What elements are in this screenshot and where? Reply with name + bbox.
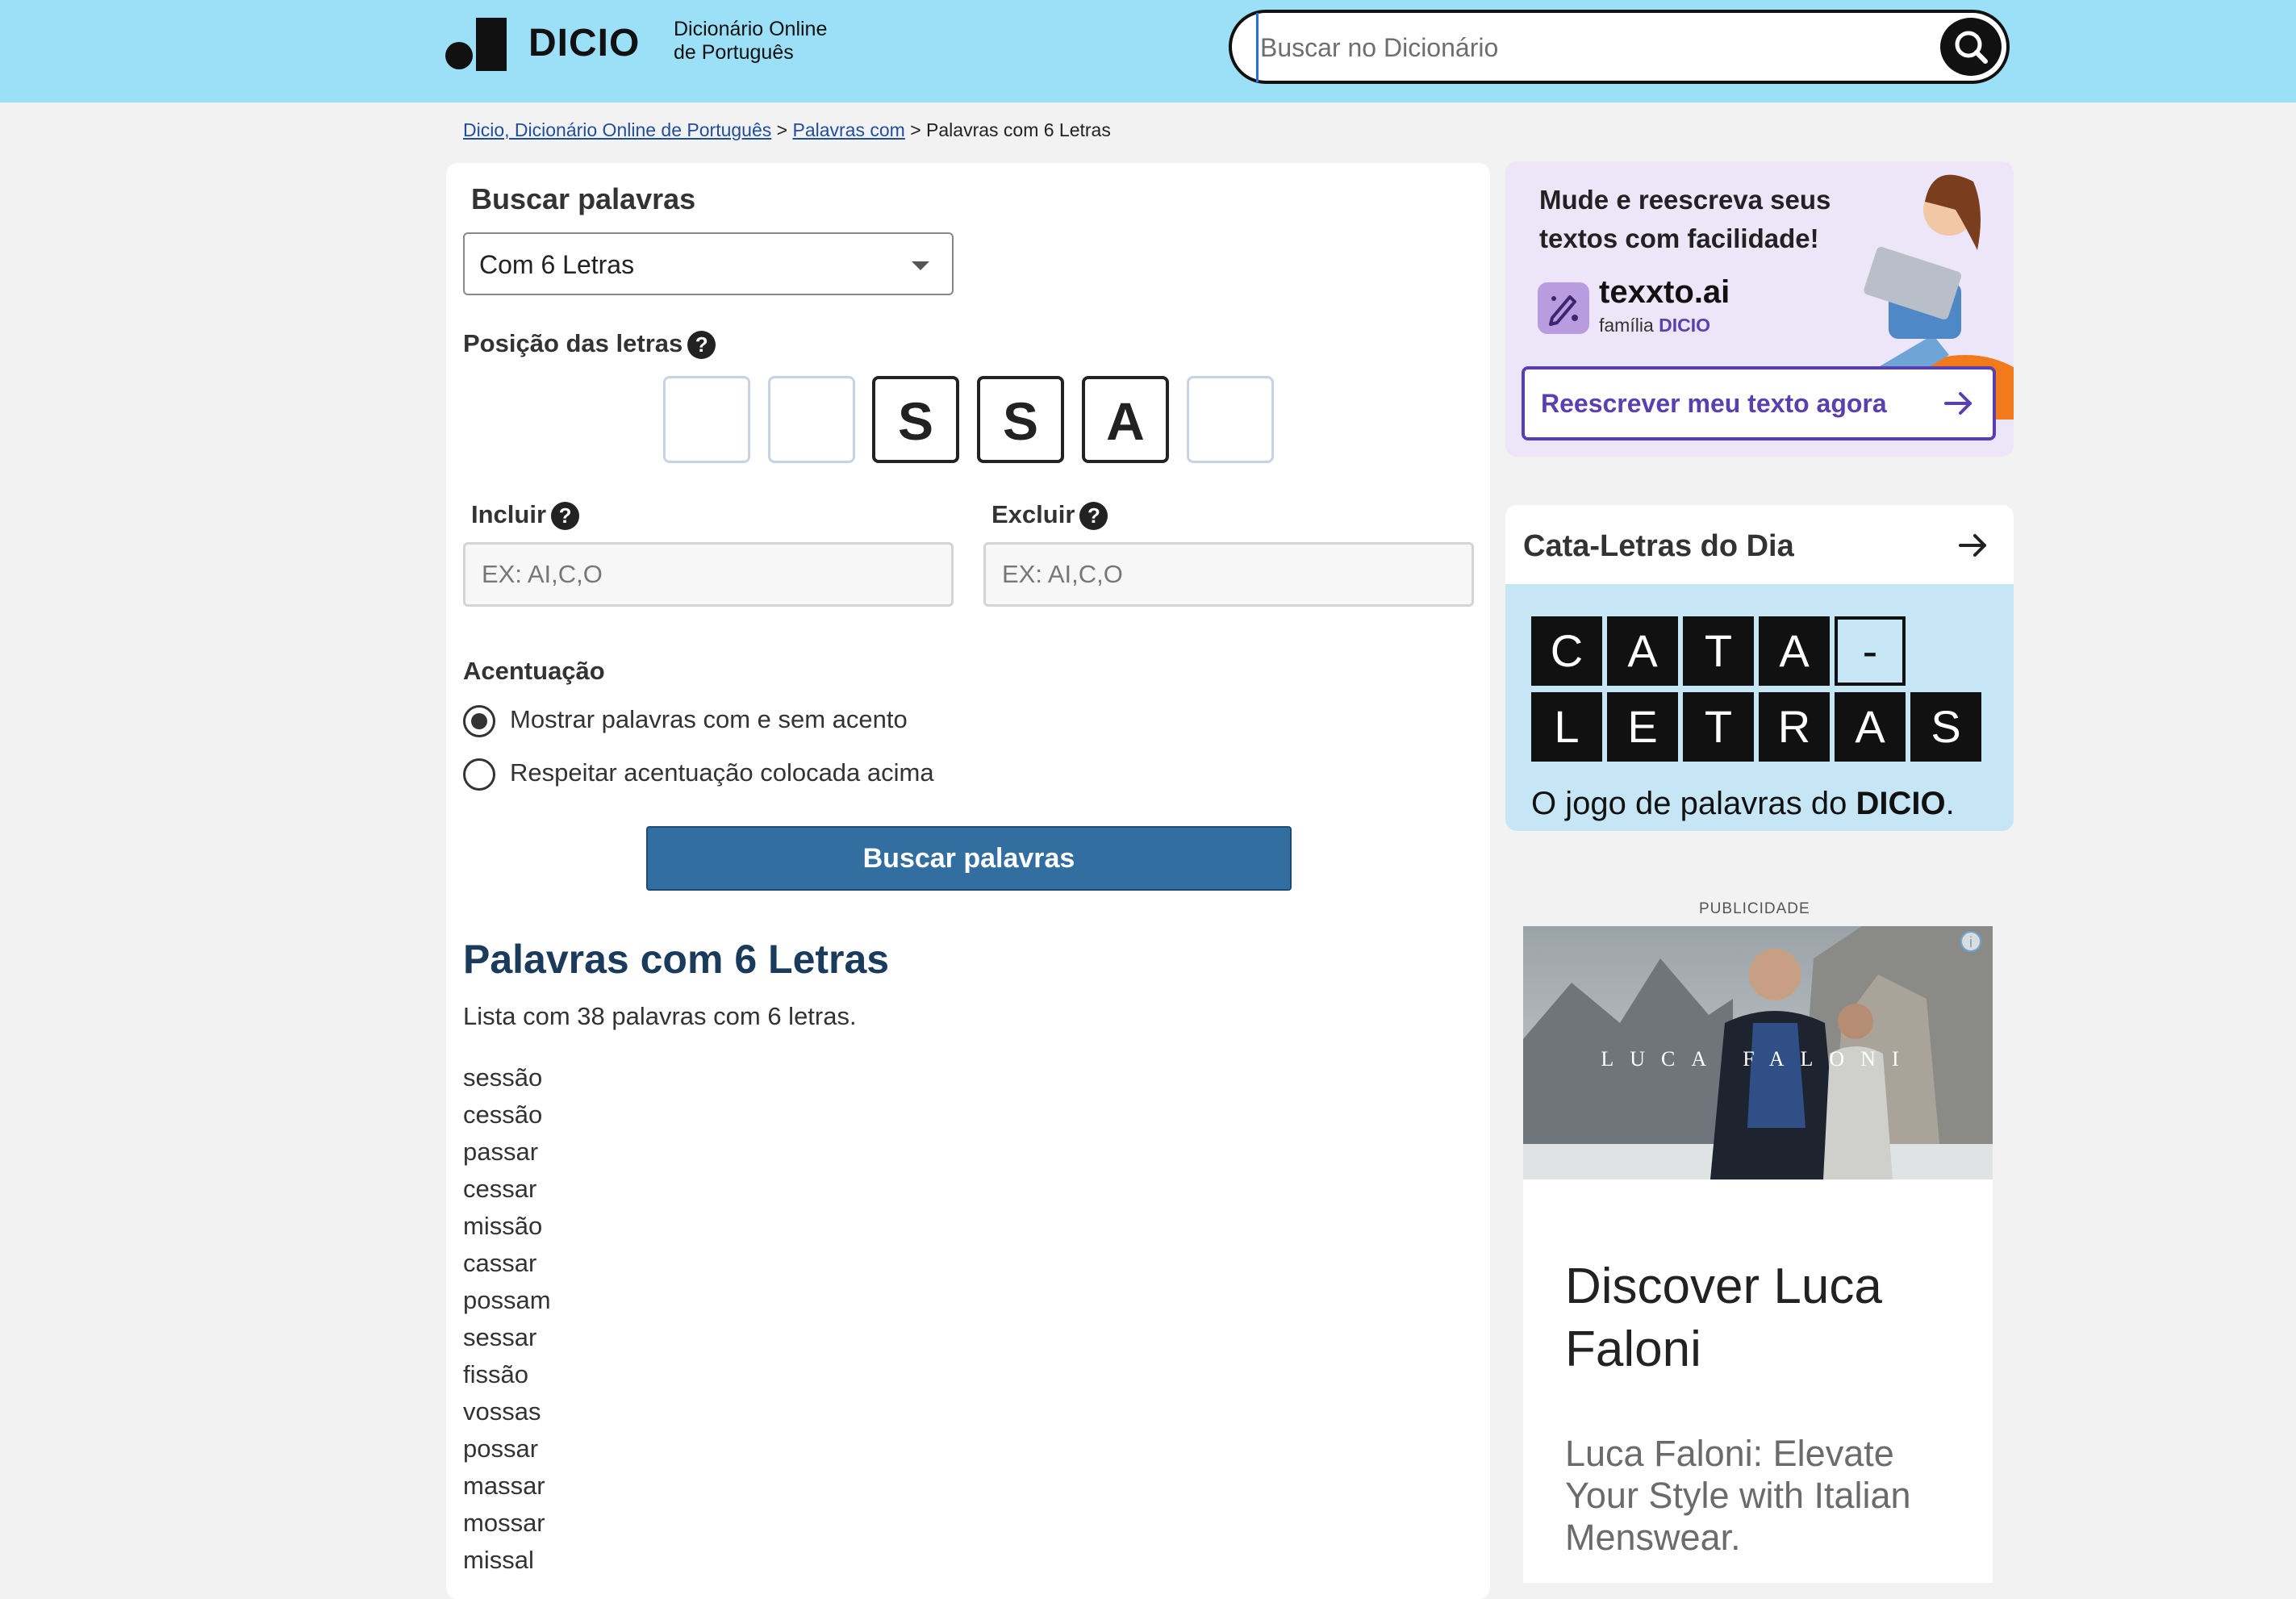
- dicio-logo-icon[interactable]: [445, 18, 507, 71]
- word-item[interactable]: vossas: [463, 1396, 551, 1433]
- letter-position-box-3[interactable]: S: [872, 376, 959, 463]
- texxto-brand: texxto.ai: [1599, 274, 1730, 310]
- letter-tile: R: [1759, 692, 1830, 762]
- ad-headline[interactable]: Discover Luca Faloni: [1565, 1255, 1968, 1381]
- rewrite-text-button-label: Reescrever meu texto agora: [1541, 389, 1887, 418]
- search-form-title: Buscar palavras: [471, 182, 696, 215]
- word-item[interactable]: fissão: [463, 1359, 551, 1396]
- word-item[interactable]: missal: [463, 1544, 551, 1581]
- site-header: DICIO Dicionário Online de Português: [0, 0, 2296, 102]
- word-item[interactable]: passar: [463, 1136, 551, 1173]
- search-button[interactable]: [1940, 18, 2002, 76]
- word-item[interactable]: cessar: [463, 1173, 551, 1210]
- word-item[interactable]: sessão: [463, 1062, 551, 1099]
- accent-label: Acentuação: [463, 657, 605, 685]
- logo-tagline-line1: Dicionário Online: [674, 18, 828, 40]
- word-item[interactable]: sessar: [463, 1321, 551, 1359]
- advertisement[interactable]: i LUCA FALONI Discover Luca Faloni Luca …: [1523, 926, 1993, 1583]
- texxto-promo-card[interactable]: Mude e reescreva seus textos com facilid…: [1505, 161, 2014, 457]
- cata-letras-banner[interactable]: C A T A - L E T R A S O jogo de palavras…: [1505, 584, 2014, 831]
- ad-info-icon[interactable]: i: [1960, 931, 1981, 952]
- help-icon[interactable]: ?: [551, 502, 580, 531]
- include-letters-input[interactable]: [463, 542, 954, 607]
- accent-option-label: Respeitar acentuação colocada acima: [510, 758, 934, 787]
- letter-tile-outline: -: [1835, 616, 1906, 686]
- breadcrumb-section-link[interactable]: Palavras com: [792, 119, 904, 140]
- letter-tile: A: [1835, 692, 1906, 762]
- accent-option-1[interactable]: Mostrar palavras com e sem acento: [463, 705, 908, 737]
- logo-tagline-line2: de Português: [674, 41, 794, 64]
- logo-text[interactable]: DICIO: [528, 19, 640, 68]
- letter-position-label: Posição das letras?: [463, 329, 716, 360]
- word-list: sessão cessão passar cessar missão cassa…: [463, 1062, 551, 1581]
- letter-position-box-2[interactable]: [768, 376, 855, 463]
- texxto-family-prefix: família: [1599, 315, 1659, 336]
- cata-letras-caption: O jogo de palavras do DICIO.: [1531, 786, 1955, 822]
- word-item[interactable]: cassar: [463, 1247, 551, 1284]
- accent-option-label: Mostrar palavras com e sem acento: [510, 705, 908, 734]
- breadcrumb-separator: >: [904, 119, 927, 140]
- letter-tile: T: [1683, 616, 1754, 686]
- letter-position-box-5[interactable]: A: [1082, 376, 1169, 463]
- breadcrumb-separator: >: [771, 119, 793, 140]
- advertising-label: PUBLICIDADE: [1699, 900, 1810, 917]
- results-title: Palavras com 6 Letras: [463, 937, 890, 982]
- letter-tile: T: [1683, 692, 1754, 762]
- letter-tile: E: [1607, 692, 1678, 762]
- radio-button[interactable]: [463, 758, 495, 791]
- word-length-select-value: Com 6 Letras: [479, 250, 635, 279]
- letter-position-box-6[interactable]: [1187, 376, 1274, 463]
- logo-tagline: Dicionário Online de Português: [674, 18, 827, 65]
- word-item[interactable]: massar: [463, 1470, 551, 1507]
- breadcrumb: Dicio, Dicionário Online de Português > …: [463, 119, 1111, 141]
- letter-tile: A: [1759, 616, 1830, 686]
- cata-caption-prefix: O jogo de palavras do: [1531, 786, 1856, 821]
- letter-position-box-1[interactable]: [663, 376, 750, 463]
- cata-caption-suffix: .: [1945, 786, 1955, 821]
- cata-letras-title: Cata-Letras do Dia: [1523, 529, 1794, 563]
- letter-tile: S: [1910, 692, 1981, 762]
- search-bar: [1229, 10, 2010, 84]
- texxto-family-brand: DICIO: [1659, 315, 1711, 336]
- help-icon[interactable]: ?: [1079, 502, 1108, 531]
- chevron-down-icon: [912, 261, 929, 270]
- word-item[interactable]: possam: [463, 1284, 551, 1321]
- accent-option-2[interactable]: Respeitar acentuação colocada acima: [463, 758, 934, 791]
- rewrite-text-button[interactable]: Reescrever meu texto agora: [1522, 366, 1996, 440]
- exclude-label-text: Excluir: [991, 500, 1075, 528]
- include-label: Incluir?: [471, 500, 580, 531]
- arrow-right-icon: [1944, 392, 1972, 415]
- ad-description: Luca Faloni: Elevate Your Style with Ita…: [1565, 1433, 1911, 1558]
- results-description: Lista com 38 palavras com 6 letras.: [463, 1002, 857, 1030]
- search-words-button[interactable]: Buscar palavras: [646, 826, 1292, 891]
- texxto-family: família DICIO: [1599, 315, 1710, 336]
- word-length-select[interactable]: Com 6 Letras: [463, 232, 954, 295]
- letter-position-label-text: Posição das letras: [463, 329, 683, 357]
- letter-tile: L: [1531, 692, 1602, 762]
- texxto-logo-icon: [1538, 282, 1589, 334]
- radio-button-checked[interactable]: [463, 705, 495, 737]
- word-item[interactable]: possar: [463, 1433, 551, 1470]
- letter-tile: A: [1607, 616, 1678, 686]
- arrow-right-icon[interactable]: [1957, 529, 1989, 562]
- pen-sparkle-icon: [1549, 295, 1578, 326]
- letter-tile: C: [1531, 616, 1602, 686]
- word-item[interactable]: mossar: [463, 1507, 551, 1544]
- word-item[interactable]: missão: [463, 1210, 551, 1247]
- search-input[interactable]: [1256, 13, 1923, 82]
- cata-caption-brand: DICIO: [1856, 786, 1946, 821]
- word-item[interactable]: cessão: [463, 1099, 551, 1136]
- search-icon: [1955, 31, 1988, 64]
- exclude-label: Excluir?: [991, 500, 1108, 531]
- exclude-letters-input[interactable]: [983, 542, 1474, 607]
- include-label-text: Incluir: [471, 500, 547, 528]
- cata-letras-card[interactable]: Cata-Letras do Dia C A T A - L E T R A S…: [1505, 505, 2014, 831]
- help-icon[interactable]: ?: [687, 331, 716, 360]
- breadcrumb-current: Palavras com 6 Letras: [926, 119, 1111, 140]
- letter-position-box-4[interactable]: S: [977, 376, 1064, 463]
- ad-image-brand: LUCA FALONI: [1601, 1047, 1915, 1071]
- texxto-promo-title: Mude e reescreva seus textos com facilid…: [1539, 185, 1831, 253]
- breadcrumb-home-link[interactable]: Dicio, Dicionário Online de Português: [463, 119, 771, 140]
